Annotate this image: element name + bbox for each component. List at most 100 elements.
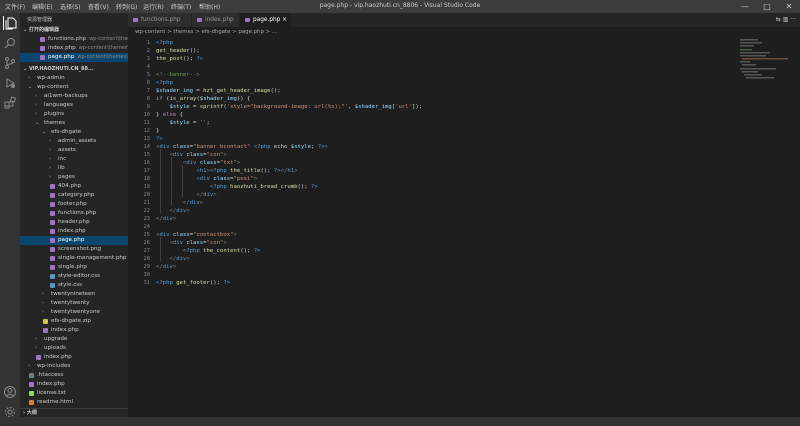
tree-file[interactable]: header.php <box>20 218 128 227</box>
tree-folder[interactable]: › wp-admin <box>20 74 128 83</box>
php-file-icon <box>40 46 45 51</box>
tree-folder[interactable]: › lib <box>20 164 128 173</box>
tree-file[interactable]: 404.php <box>20 182 128 191</box>
code-line: } <box>156 128 160 134</box>
tree-folder[interactable]: › assets <box>20 146 128 155</box>
png-file-icon <box>50 247 55 252</box>
line-number: 20 <box>143 192 151 198</box>
tree-file[interactable]: index.php <box>20 380 128 389</box>
line-number: 21 <box>143 200 151 206</box>
tree-file[interactable]: style.css <box>20 281 128 290</box>
tree-item-label: index.php <box>58 228 86 234</box>
php-file-icon <box>197 18 202 22</box>
close-tab-icon[interactable]: × <box>282 13 287 27</box>
code-line: $style = ''; <box>156 120 210 126</box>
tree-folder[interactable]: › admin_assets <box>20 137 128 146</box>
tree-file[interactable]: index.php <box>20 353 128 362</box>
tree-folder[interactable]: › upgrade <box>20 335 128 344</box>
php-file-icon <box>50 229 55 234</box>
tree-folder[interactable]: › ai1wm-backups <box>20 92 128 101</box>
open-editor-label: functions.phpwp-content\themes\efs... <box>48 35 128 44</box>
tab-label: page.php <box>253 17 281 23</box>
tree-file[interactable]: .htaccess <box>20 371 128 380</box>
tree-item-label: ai1wm-backups <box>44 93 88 99</box>
chevron-right-icon: › <box>49 174 51 180</box>
php-file-icon <box>40 55 45 60</box>
tree-folder[interactable]: › plugins <box>20 110 128 119</box>
code-line: <div class="contactbox"> <box>156 232 237 238</box>
account-icon[interactable] <box>3 385 17 399</box>
open-editors-section[interactable]: ⌄ 打开的编辑器 <box>20 26 128 34</box>
php-file-icon <box>40 37 45 42</box>
code-editor[interactable]: 1 <?php 2 get_header(); 3 the_post(); ?> 4 5 <!-… <box>128 37 800 417</box>
tree-item-label: efs-dhgate <box>51 129 82 135</box>
tree-folder[interactable]: › twentynineteen <box>20 290 128 299</box>
editor-actions[interactable]: ⇆ ▥ ··· <box>776 16 796 23</box>
breadcrumb[interactable]: wp-content > themes > efs-dhgate > page.… <box>128 27 800 37</box>
tree-folder[interactable]: ⌄ wp-content <box>20 83 128 92</box>
tree-folder[interactable]: › wp-includes <box>20 362 128 371</box>
tree-file[interactable]: screenshot.png <box>20 245 128 254</box>
tab-label: index.php <box>205 17 234 23</box>
open-editor-item[interactable]: page.phpwp-content\themes\efs... <box>20 53 128 62</box>
line-number: 14 <box>143 144 151 150</box>
tab-functions-php[interactable]: functions.php <box>128 13 192 27</box>
tree-file[interactable]: index.php <box>20 326 128 335</box>
tree-folder[interactable]: › uploads <box>20 344 128 353</box>
source-control-icon[interactable] <box>3 56 17 70</box>
open-editor-item[interactable]: functions.phpwp-content\themes\efs... <box>20 35 128 44</box>
gear-file-icon <box>29 373 34 378</box>
minimap[interactable] <box>740 39 790 99</box>
tab-index-php[interactable]: index.php <box>192 13 240 27</box>
status-bar <box>0 417 800 426</box>
chevron-down-icon: ⌄ <box>28 84 33 90</box>
txt-file-icon <box>29 391 34 396</box>
tree-file[interactable]: page.php <box>20 236 128 245</box>
close-window-button[interactable]: ✕ <box>778 0 800 13</box>
chevron-right-icon: › <box>35 336 37 342</box>
tree-file[interactable]: index.php <box>20 227 128 236</box>
tree-item-label: plugins <box>44 111 65 117</box>
tree-item-label: header.php <box>58 219 90 225</box>
tree-file[interactable]: footer.php <box>20 200 128 209</box>
tree-folder[interactable]: › twentytwentyone <box>20 308 128 317</box>
tree-folder[interactable]: › inc <box>20 155 128 164</box>
php-file-icon <box>50 193 55 198</box>
run-debug-icon[interactable] <box>3 76 17 90</box>
line-number: 7 <box>146 88 150 94</box>
tree-file[interactable]: category.php <box>20 191 128 200</box>
code-line: <?php <box>156 40 173 46</box>
workspace-section[interactable]: ⌄ VIP.HAOZHUTI.CN_88... <box>20 65 128 73</box>
maximize-button[interactable]: □ <box>756 0 778 13</box>
tree-file[interactable]: license.txt <box>20 389 128 398</box>
tab-page-php[interactable]: page.php × <box>240 13 292 27</box>
extensions-icon[interactable] <box>3 96 17 110</box>
line-number: 1 <box>146 40 150 46</box>
minimize-button[interactable]: — <box>734 0 756 13</box>
open-editor-item[interactable]: index.phpwp-content\themes\efs... <box>20 44 128 53</box>
tree-file[interactable]: single-management.php <box>20 254 128 263</box>
code-line: <div class="con"> <box>156 152 227 158</box>
php-file-icon <box>29 382 34 387</box>
tree-folder[interactable]: › languages <box>20 101 128 110</box>
tree-file[interactable]: style-editor.css <box>20 272 128 281</box>
php-file-icon <box>50 184 55 189</box>
tree-folder[interactable]: › twentytwenty <box>20 299 128 308</box>
code-line: </div> <box>156 200 204 206</box>
php-file-icon <box>133 18 138 22</box>
search-icon[interactable] <box>3 36 17 50</box>
title-bar: 文件(F) 编辑(E) 选择(S) 查看(V) 转到(G) 运行(R) 终端(T… <box>0 0 800 13</box>
tree-file[interactable]: readme.html <box>20 398 128 407</box>
outline-section[interactable]: › 大纲 <box>20 408 128 416</box>
tree-folder[interactable]: ⌄ themes <box>20 119 128 128</box>
line-number: 4 <box>146 64 150 70</box>
tree-file[interactable]: single.php <box>20 263 128 272</box>
tree-file[interactable]: efs-dhgate.zip <box>20 317 128 326</box>
code-line: <?php get_footer(); ?> <box>156 280 231 286</box>
tree-folder[interactable]: › pages <box>20 173 128 182</box>
explorer-icon[interactable] <box>3 16 17 30</box>
tree-file[interactable]: functions.php <box>20 209 128 218</box>
code-line: } else { <box>156 112 183 118</box>
code-line: </div> <box>156 264 177 270</box>
tree-folder[interactable]: ⌄ efs-dhgate <box>20 128 128 137</box>
